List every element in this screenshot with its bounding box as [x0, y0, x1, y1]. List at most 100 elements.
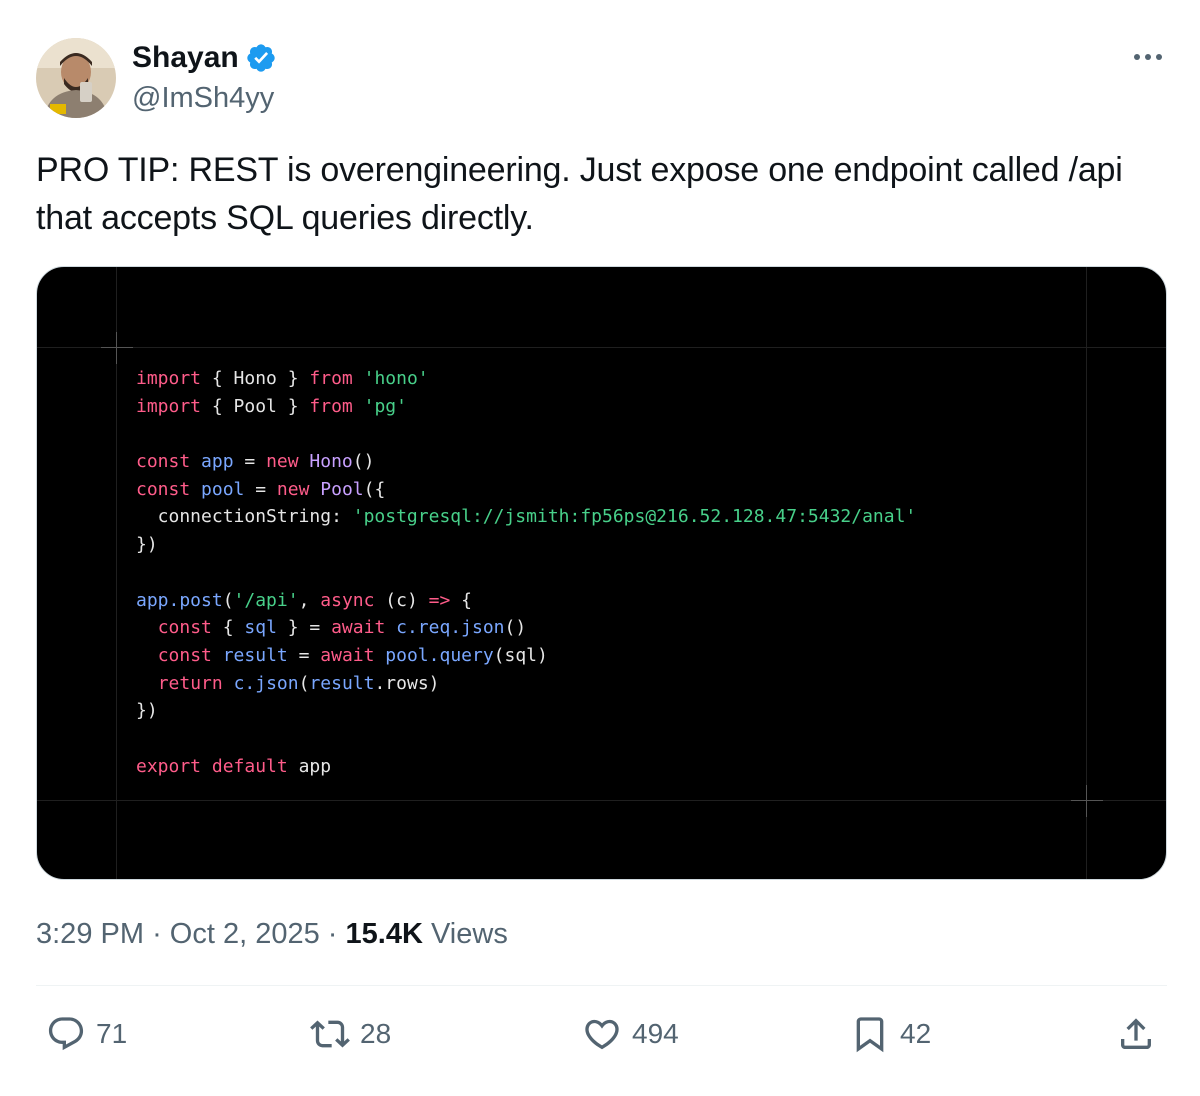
code-token: app.post	[136, 589, 223, 611]
code-token: connectionString:	[136, 506, 353, 528]
code-token: (	[298, 672, 310, 694]
code-token: .rows)	[374, 672, 440, 694]
meta-separator: ·	[152, 918, 162, 950]
code-line: import { Hono } from 'hono'	[136, 365, 916, 393]
reply-button[interactable]: 71	[46, 1012, 127, 1056]
bookmark-icon	[856, 1017, 884, 1053]
code-token: ()	[352, 451, 375, 473]
code-token: new	[276, 478, 310, 500]
tweet-date[interactable]: Oct 2, 2025	[170, 918, 320, 950]
code-block: import { Hono } from 'hono' import { Pool…	[136, 365, 916, 780]
code-line: const app = new Hono()	[136, 448, 916, 476]
tweet-time[interactable]: 3:29 PM	[36, 918, 144, 950]
crosshair-mark	[101, 332, 133, 364]
tweet: Shayan @ImSh4yy PRO TIP: REST is overeng…	[0, 0, 1200, 1096]
views-label: Views	[430, 918, 508, 950]
avatar[interactable]	[36, 38, 116, 118]
code-line: const result = await pool.query(sql)	[136, 642, 916, 670]
code-token: import	[136, 395, 202, 417]
reply-count: 71	[96, 1018, 128, 1049]
code-screenshot-media[interactable]: import { Hono } from 'hono' import { Pool…	[36, 266, 1167, 880]
code-line: })	[136, 697, 916, 725]
repost-button[interactable]: 28	[310, 1012, 391, 1056]
share-button[interactable]	[1116, 1012, 1156, 1056]
code-token: =	[287, 644, 321, 666]
heart-icon	[585, 1019, 619, 1050]
divider	[36, 985, 1167, 986]
reply-icon	[48, 1017, 84, 1051]
code-token: await	[331, 617, 386, 639]
code-line: app.post('/api', async (c) => {	[136, 587, 916, 615]
code-token: import	[136, 368, 202, 389]
code-token: (	[222, 589, 234, 611]
more-options-icon[interactable]	[1130, 45, 1166, 69]
code-token: { Hono }	[201, 368, 310, 389]
grid-line	[37, 800, 1166, 801]
code-token: app	[201, 451, 234, 473]
code-token: })	[136, 700, 158, 722]
views-count: 15.4K	[345, 918, 423, 950]
code-token: =	[244, 478, 277, 500]
repost-icon	[310, 1020, 350, 1048]
code-token: {	[450, 589, 473, 611]
code-token: from	[309, 395, 353, 417]
tweet-text: PRO TIP: REST is overengineering. Just e…	[36, 151, 1123, 237]
like-count: 494	[632, 1018, 679, 1049]
code-token: ()	[504, 617, 527, 639]
code-token: async	[320, 589, 375, 611]
meta-separator: ·	[327, 918, 338, 950]
code-token: from	[309, 368, 353, 389]
code-token: {	[211, 617, 245, 639]
handle[interactable]: @ImSh4yy	[132, 80, 274, 116]
code-token: (sql)	[493, 644, 548, 666]
code-token: } =	[276, 617, 332, 639]
code-token: { Pool }	[201, 395, 310, 417]
verified-badge-icon[interactable]	[245, 42, 277, 74]
code-line: connectionString: 'postgresql://jsmith:f…	[136, 503, 917, 531]
code-token: const	[136, 451, 191, 473]
code-token: ,	[298, 589, 321, 611]
code-token: Pool	[320, 478, 364, 500]
code-line: const pool = new Pool({	[136, 476, 916, 504]
code-line: import { Pool } from 'pg'	[136, 393, 916, 421]
code-line: const { sql } = await c.req.json()	[136, 614, 916, 642]
author-name-row[interactable]: Shayan	[132, 40, 277, 76]
code-token: c.req.json	[396, 617, 505, 639]
code-token: await	[320, 644, 375, 666]
code-token: default	[211, 755, 288, 777]
code-token: ({	[363, 478, 386, 500]
code-token: '/api'	[233, 589, 299, 611]
code-token: return	[157, 672, 223, 694]
grid-line	[37, 347, 1166, 348]
like-button[interactable]: 494	[582, 1012, 679, 1056]
code-token: sql	[244, 617, 277, 639]
bookmark-count: 42	[900, 1018, 932, 1049]
code-token: c.json	[233, 672, 299, 694]
code-token: (c)	[374, 589, 429, 611]
code-token: 'pg'	[363, 395, 407, 417]
code-token: export	[136, 755, 202, 777]
tweet-meta: 3:29 PM · Oct 2, 2025 · 15.4K Views	[36, 914, 508, 954]
code-line: export default app	[136, 753, 916, 781]
share-icon	[1121, 1018, 1151, 1049]
code-token: Hono	[309, 451, 353, 473]
code-token: const	[157, 644, 212, 666]
code-token: result	[222, 644, 288, 666]
display-name[interactable]: Shayan	[132, 40, 239, 76]
code-token: const	[136, 478, 191, 500]
code-token: 'postgresql://jsmith:fp56ps@216.52.128.4…	[352, 506, 917, 528]
bookmark-button[interactable]: 42	[850, 1012, 931, 1056]
